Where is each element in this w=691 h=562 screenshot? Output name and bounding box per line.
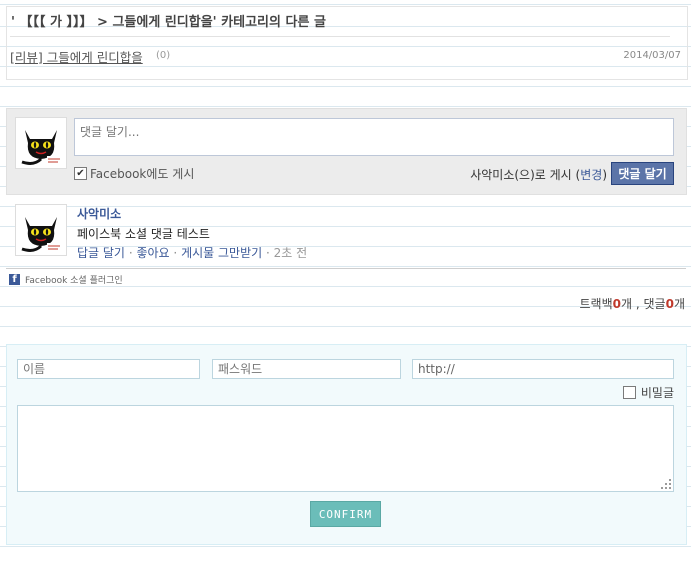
comment-unit: 개 — [673, 297, 685, 311]
related-post-date: 2014/03/07 — [623, 50, 681, 61]
count-separator: , — [632, 297, 644, 311]
separator-dot: · — [128, 246, 133, 260]
facebook-plugin-label: Facebook 소셜 플러그인 — [25, 276, 123, 286]
name-input[interactable] — [17, 359, 200, 379]
post-as-suffix: ) — [602, 168, 607, 182]
comment-avatar[interactable] — [15, 204, 67, 256]
reply-link[interactable]: 답글 달기 — [77, 246, 125, 260]
comment-count[interactable]: 0 — [666, 297, 674, 311]
comment-text: 페이스북 소셜 댓글 테스트 — [77, 227, 210, 241]
comment-time[interactable]: 2초 전 — [274, 246, 308, 260]
related-post-link[interactable]: [리뷰] 그들에게 린디합을 — [10, 47, 143, 66]
secret-label: 비밀글 — [640, 386, 674, 400]
related-divider — [10, 36, 670, 37]
secret-comment-option[interactable]: 비밀글 — [622, 384, 674, 401]
facebook-comment-input[interactable] — [74, 118, 674, 156]
related-post-comment-count: (0) — [156, 50, 171, 61]
trackback-count[interactable]: 0 — [613, 297, 621, 311]
confirm-button[interactable]: CONFIRM — [310, 501, 381, 527]
facebook-logo-icon: f — [9, 274, 20, 285]
black-cat-avatar-icon — [16, 205, 66, 255]
comment-divider — [6, 268, 686, 269]
secret-checkbox[interactable] — [622, 386, 636, 399]
homepage-url-input[interactable] — [412, 359, 674, 379]
comment-author[interactable]: 사악미소 — [77, 205, 121, 222]
like-link[interactable]: 좋아요 — [136, 246, 169, 260]
facebook-plugin-footer[interactable]: f Facebook 소셜 플러그인 — [9, 273, 123, 286]
unfollow-link[interactable]: 게시물 그만받기 — [181, 246, 262, 260]
post-comment-button[interactable]: 댓글 달기 — [611, 162, 674, 185]
comment-label[interactable]: 댓글 — [644, 297, 666, 311]
comment-actions: 답글 달기 · 좋아요 · 게시물 그만받기 · 2초 전 — [77, 244, 307, 261]
post-to-facebook-checkbox[interactable]: ✔ — [74, 167, 87, 180]
trackback-label[interactable]: 트랙백 — [580, 297, 613, 311]
trackback-unit: 개 — [621, 297, 633, 311]
post-as-prefix: 사악미소(으)로 게시 ( — [470, 168, 581, 182]
avatar[interactable] — [15, 117, 67, 169]
post-to-facebook-option[interactable]: ✔ Facebook에도 게시 — [74, 165, 194, 182]
comment-body-input[interactable] — [17, 405, 674, 492]
resize-grip-icon[interactable] — [660, 478, 672, 490]
black-cat-avatar-icon — [16, 118, 66, 168]
post-as-text: 사악미소(으)로 게시 (변경) — [470, 166, 607, 183]
trackback-comment-count: 트랙백0개 , 댓글0개 — [580, 295, 685, 312]
separator-dot: · — [266, 246, 270, 260]
separator-dot: · — [173, 246, 178, 260]
post-to-facebook-label: Facebook에도 게시 — [90, 167, 195, 181]
change-account-link[interactable]: 변경 — [580, 168, 602, 182]
related-posts-title: ' 【【【 가 】】】 > 그들에게 린디합을' 카테고리의 다른 글 — [11, 15, 326, 30]
password-input[interactable] — [212, 359, 401, 379]
